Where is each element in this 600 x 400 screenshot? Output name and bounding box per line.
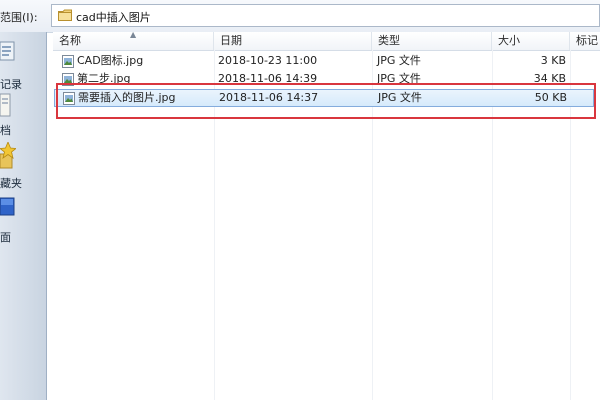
file-open-dialog: 范围(I): cad中插入图片 记录 档 藏夹 面 名称 ▲ 日期 类型 大小 … bbox=[0, 0, 600, 400]
current-folder-name: cad中插入图片 bbox=[76, 11, 151, 24]
column-header-row: 名称 ▲ 日期 类型 大小 标记 bbox=[53, 32, 600, 51]
documents-icon bbox=[0, 92, 12, 123]
place-favorites[interactable]: 藏夹 bbox=[0, 140, 46, 192]
file-name: 第二步.jpg bbox=[77, 72, 131, 85]
place-documents[interactable]: 档 bbox=[0, 92, 46, 142]
sort-ascending-icon: ▲ bbox=[130, 32, 137, 39]
file-size: 3 KB bbox=[540, 54, 566, 67]
column-header-name[interactable]: 名称 ▲ bbox=[53, 32, 214, 50]
column-header-label: 日期 bbox=[220, 34, 242, 47]
folder-icon bbox=[58, 9, 72, 24]
file-row-selected[interactable]: 需要插入的图片.jpg 2018-11-06 14:37 JPG 文件 50 K… bbox=[54, 89, 594, 107]
column-header-label: 标记 bbox=[576, 34, 598, 47]
column-header-label: 名称 bbox=[59, 34, 81, 47]
favorites-icon bbox=[0, 140, 18, 175]
file-row[interactable]: 第二步.jpg 2018-11-06 14:39 JPG 文件 34 KB bbox=[53, 70, 600, 88]
place-recent[interactable]: 记录 bbox=[0, 40, 46, 100]
file-date: 2018-11-06 14:39 bbox=[218, 72, 318, 85]
look-in-bar: 范围(I): cad中插入图片 bbox=[0, 0, 600, 33]
desktop-icon bbox=[0, 197, 16, 222]
look-in-label: 范围(I): bbox=[0, 11, 38, 24]
file-list[interactable]: 名称 ▲ 日期 类型 大小 标记 CAD图标.jpg 2018-10-23 11… bbox=[53, 32, 600, 400]
file-size: 34 KB bbox=[533, 72, 566, 85]
file-size: 50 KB bbox=[534, 91, 567, 104]
look-in-dropdown[interactable]: cad中插入图片 bbox=[51, 4, 600, 27]
place-label: 档 bbox=[0, 124, 11, 137]
file-name: 需要插入的图片.jpg bbox=[78, 91, 176, 104]
file-type: JPG 文件 bbox=[378, 91, 422, 104]
image-file-icon bbox=[63, 92, 75, 111]
places-bar: 记录 档 藏夹 面 bbox=[0, 32, 47, 400]
column-header-date[interactable]: 日期 bbox=[214, 32, 372, 50]
recent-icon bbox=[0, 40, 16, 69]
file-row[interactable]: CAD图标.jpg 2018-10-23 11:00 JPG 文件 3 KB bbox=[53, 52, 600, 70]
place-label: 记录 bbox=[0, 78, 22, 91]
file-type: JPG 文件 bbox=[377, 54, 421, 67]
file-name: CAD图标.jpg bbox=[77, 54, 144, 67]
place-label: 面 bbox=[0, 231, 11, 244]
column-header-tags[interactable]: 标记 bbox=[570, 32, 600, 50]
place-label: 藏夹 bbox=[0, 177, 22, 190]
column-header-label: 类型 bbox=[378, 34, 400, 47]
file-date: 2018-10-23 11:00 bbox=[218, 54, 318, 67]
place-desktop[interactable]: 面 bbox=[0, 197, 46, 247]
file-type: JPG 文件 bbox=[377, 72, 421, 85]
column-header-size[interactable]: 大小 bbox=[492, 32, 570, 50]
file-date: 2018-11-06 14:37 bbox=[219, 91, 319, 104]
column-header-label: 大小 bbox=[498, 34, 520, 47]
column-header-type[interactable]: 类型 bbox=[372, 32, 492, 50]
